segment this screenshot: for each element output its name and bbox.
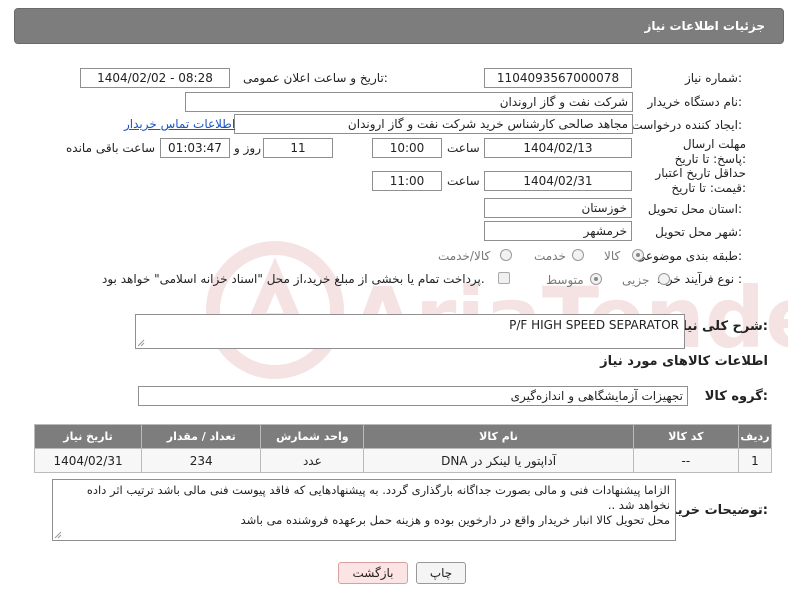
reply-date-field: 1404/02/13 [484, 138, 632, 158]
province-field: خوزستان [484, 198, 632, 218]
city-field: خرمشهر [484, 221, 632, 241]
goods-group-label: گروه کالا: [704, 389, 768, 404]
price-validity-date-field: 1404/02/31 [484, 171, 632, 191]
creator-label: ایجاد کننده درخواست: [631, 118, 742, 132]
category-service-label: خدمت [534, 249, 566, 263]
price-validity-time-label: ساعت [447, 174, 480, 188]
resize-handle-icon [54, 531, 62, 539]
col-unit-header: واحد شمارش [260, 424, 365, 449]
process-medium-radio[interactable] [590, 273, 602, 285]
page-title: جزئیات اطلاعات نیاز [644, 19, 765, 33]
reply-deadline-label: مهلت ارسال پاسخ: تا تاریخ: [674, 137, 746, 166]
reply-time-field: 10:00 [372, 138, 442, 158]
buyer-contact-link[interactable]: اطلاعات تماس خریدار [124, 117, 235, 131]
description-label: شرح کلی نیاز: [674, 319, 768, 334]
time-remaining-field: 01:03:47 [160, 138, 230, 158]
announce-date-field: 1404/02/02 - 08:28 [80, 68, 230, 88]
print-button[interactable]: چاپ [416, 562, 466, 584]
back-button[interactable]: بازگشت [338, 562, 408, 584]
resize-handle-icon [137, 339, 145, 347]
col-quantity-header: تعداد / مقدار [141, 424, 262, 449]
price-validity-label: حداقل تاریخ اعتبار قیمت: تا تاریخ: [655, 166, 746, 195]
days-remaining-field: 11 [263, 138, 333, 158]
col-name-header: نام کالا [363, 424, 634, 449]
province-label: استان محل تحویل: [647, 202, 742, 216]
goods-table-header-row: ردیف کد کالا نام کالا واحد شمارش تعداد /… [33, 424, 773, 449]
category-service-radio[interactable] [572, 249, 584, 261]
treasury-payment-note: پرداخت تمام یا بخشی از مبلغ خرید،از محل … [102, 272, 485, 286]
need-number-label: شماره نیاز: [684, 71, 742, 85]
reply-time-label: ساعت [447, 141, 480, 155]
treasury-payment-checkbox[interactable] [498, 272, 510, 284]
category-goods-radio[interactable] [632, 249, 644, 261]
col-row-header: ردیف [737, 424, 773, 449]
buyer-org-label: نام دستگاه خریدار: [647, 95, 743, 109]
cell-row-number: 1 [737, 448, 773, 473]
goods-info-title: اطلاعات کالاهای مورد نیاز [600, 354, 768, 369]
process-minor-radio[interactable] [658, 273, 670, 285]
cell-item-name: آداپتور یا لینکر در DNA [363, 448, 634, 473]
days-label: روز و [234, 141, 261, 155]
announce-date-label: تاریخ و ساعت اعلان عمومی: [243, 71, 388, 85]
table-row: 1 -- آداپتور یا لینکر در DNA عدد 234 140… [33, 448, 773, 473]
price-validity-time-field: 11:00 [372, 171, 442, 191]
time-remaining-label: ساعت باقی مانده [66, 141, 156, 155]
goods-table: ردیف کد کالا نام کالا واحد شمارش تعداد /… [33, 424, 773, 473]
description-field: P/F HIGH SPEED SEPARATOR [135, 314, 685, 349]
creator-field: مجاهد صالحی کارشناس خرید شرکت نفت و گاز … [234, 114, 633, 134]
buyer-org-field: شرکت نفت و گاز اروندان [185, 92, 633, 112]
cell-unit: عدد [260, 448, 365, 473]
col-code-header: کد کالا [632, 424, 739, 449]
need-number-field: 1104093567000078 [484, 68, 632, 88]
category-goods-label: کالا [604, 249, 621, 263]
buyer-notes-field: الزاما پیشنهادات فنی و مالی بصورت جداگان… [52, 479, 676, 541]
city-label: شهر محل تحویل: [655, 225, 742, 239]
cell-quantity: 234 [141, 448, 262, 473]
cell-need-date: 1404/02/31 [33, 448, 143, 473]
details-header-panel: جزئیات اطلاعات نیاز [14, 8, 784, 44]
process-medium-label: متوسط [546, 273, 584, 287]
category-label: طبقه بندی موضوعی: [635, 249, 742, 263]
process-minor-label: جزیی [622, 273, 650, 287]
goods-group-field: تجهیزات آزمایشگاهی و اندازه‌گیری [138, 386, 688, 406]
category-goods-service-radio[interactable] [500, 249, 512, 261]
col-date-header: تاریخ نیاز [33, 424, 143, 449]
category-goods-service-label: کالا/خدمت [438, 249, 491, 263]
cell-item-code: -- [632, 448, 739, 473]
